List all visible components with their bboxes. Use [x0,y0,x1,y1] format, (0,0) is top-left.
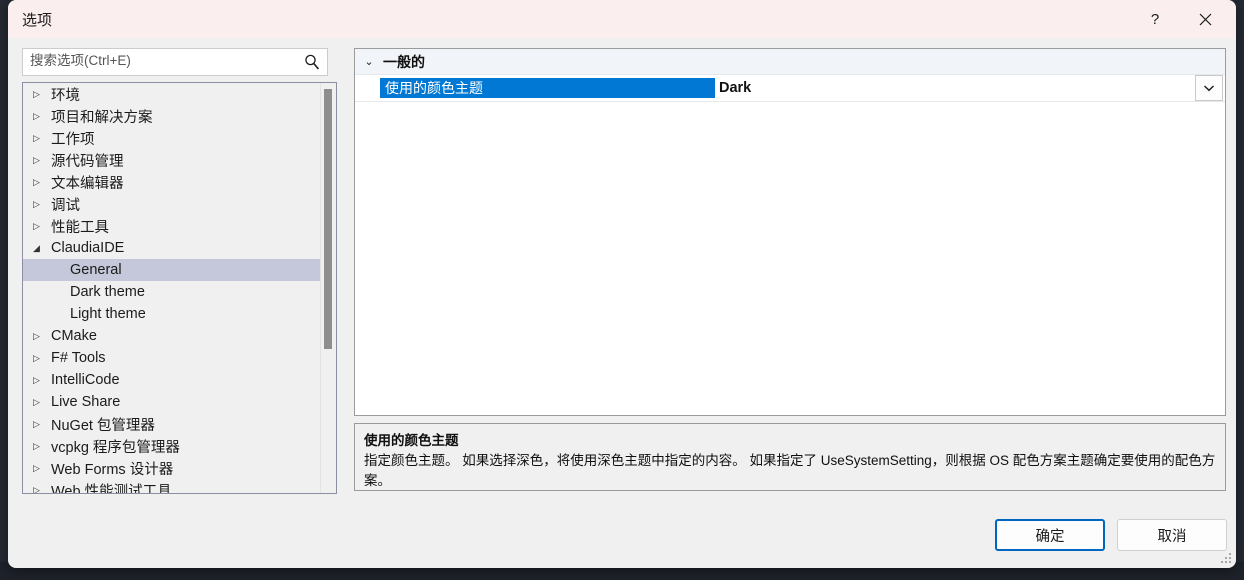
description-body: 指定颜色主题。 如果选择深色，将使用深色主题中指定的内容。 如果指定了 UseS… [364,453,1216,488]
description-title: 使用的颜色主题 [364,433,459,448]
tree-item-label: Light theme [70,306,146,322]
property-row-color-theme[interactable]: 使用的颜色主题 Dark [355,75,1225,102]
close-button[interactable] [1182,0,1228,38]
tree-item-6[interactable]: ▷ 性能工具 [23,215,313,237]
tree-item-0[interactable]: ▷ 环境 [23,83,313,105]
question-mark-icon: ? [1150,10,1160,28]
tree-item-11[interactable]: ▷ CMake [23,325,313,347]
twisty-collapsed-icon[interactable]: ▷ [33,199,51,210]
tree-item-label: Live Share [51,394,121,410]
tree-item-1[interactable]: ▷ 项目和解决方案 [23,105,313,127]
tree-item-label: 环境 [51,87,80,104]
twisty-collapsed-icon[interactable]: ▷ [33,353,51,364]
twisty-collapsed-icon[interactable]: ▷ [33,485,51,494]
twisty-collapsed-icon[interactable]: ▷ [33,111,51,122]
tree-item-label: Web Forms 设计器 [51,461,174,478]
tree-item-label: CMake [51,328,97,344]
tree-item-7[interactable]: ◢ ClaudiaIDE [23,237,313,259]
resize-grip[interactable] [1221,553,1233,565]
property-category-label: 一般的 [383,53,425,70]
help-button[interactable]: ? [1132,0,1178,38]
close-icon [1199,13,1211,25]
twisty-collapsed-icon[interactable]: ▷ [33,155,51,166]
tree-item-13[interactable]: ▷ IntelliCode [23,369,313,391]
twisty-collapsed-icon[interactable]: ▷ [33,375,51,386]
chevron-down-icon[interactable]: ⌄ [355,55,383,68]
tree-item-15[interactable]: ▷ NuGet 包管理器 [23,413,313,435]
cancel-button[interactable]: 取消 [1117,519,1227,551]
twisty-collapsed-icon[interactable]: ▷ [33,397,51,408]
twisty-collapsed-icon[interactable]: ▷ [33,177,51,188]
tree-item-label: ClaudiaIDE [51,240,125,256]
search-icon [305,54,320,70]
tree-item-label: Web 性能测试工具 [51,483,172,494]
property-grid[interactable]: ⌄ 一般的 使用的颜色主题 Dark [354,48,1226,416]
property-name[interactable]: 使用的颜色主题 [380,78,715,98]
options-category-tree[interactable]: ▷ 环境 ▷ 项目和解决方案 ▷ 工作项 ▷ 源代码管理 ▷ 文本编辑器 ▷ 调试 ▷ 性能工具 ◢ Clau… [22,82,337,494]
tree-item-17[interactable]: ▷ Web Forms 设计器 [23,457,313,479]
tree-item-label: 调试 [51,197,80,214]
ok-button[interactable]: 确定 [995,519,1105,551]
twisty-collapsed-icon[interactable]: ▷ [33,133,51,144]
twisty-collapsed-icon[interactable]: ▷ [33,441,51,452]
tree-item-9[interactable]: Dark theme [23,281,313,303]
twisty-collapsed-icon[interactable]: ▷ [33,221,51,232]
tree-scrollbar[interactable] [320,83,336,493]
tree-list: ▷ 环境 ▷ 项目和解决方案 ▷ 工作项 ▷ 源代码管理 ▷ 文本编辑器 ▷ 调试 ▷ 性能工具 ◢ Clau… [23,83,336,494]
tree-item-4[interactable]: ▷ 文本编辑器 [23,171,313,193]
chevron-down-icon [1203,85,1215,92]
tree-item-18[interactable]: ▷ Web 性能测试工具 [23,479,313,494]
options-dialog: 选项 ? ▷环境▷项目和解决方案▷工作项▷源代码管理▷文本编辑器▷调试▷性能工具… [8,0,1236,568]
tree-item-5[interactable]: ▷ 调试 [23,193,313,215]
tree-item-label: 项目和解决方案 [51,109,153,126]
search-input[interactable] [30,53,295,68]
property-category-header[interactable]: ⌄ 一般的 [355,49,1225,75]
search-box[interactable] [22,48,328,76]
property-value-dropdown-button[interactable] [1195,75,1223,101]
tree-item-label: 文本编辑器 [51,175,124,192]
dialog-title: 选项 [22,12,53,29]
tree-item-label: F# Tools [51,350,106,366]
tree-item-8[interactable]: General [23,259,336,281]
tree-item-label: 工作项 [51,131,95,148]
tree-item-14[interactable]: ▷ Live Share [23,391,313,413]
tree-item-2[interactable]: ▷ 工作项 [23,127,313,149]
tree-item-label: General [70,262,122,278]
tree-item-12[interactable]: ▷ F# Tools [23,347,313,369]
tree-item-16[interactable]: ▷ vcpkg 程序包管理器 [23,435,313,457]
twisty-expanded-icon[interactable]: ◢ [33,243,51,254]
tree-item-3[interactable]: ▷ 源代码管理 [23,149,313,171]
twisty-collapsed-icon[interactable]: ▷ [33,331,51,342]
tree-item-label: IntelliCode [51,372,120,388]
twisty-collapsed-icon[interactable]: ▷ [33,89,51,100]
dialog-titlebar: 选项 ? [8,0,1236,38]
tree-scrollbar-thumb[interactable] [324,89,332,349]
tree-item-label: 性能工具 [51,219,109,236]
twisty-collapsed-icon[interactable]: ▷ [33,463,51,474]
tree-item-10[interactable]: Light theme [23,303,313,325]
twisty-collapsed-icon[interactable]: ▷ [33,419,51,430]
description-pane: 使用的颜色主题 指定颜色主题。 如果选择深色，将使用深色主题中指定的内容。 如果… [354,423,1226,491]
tree-item-label: vcpkg 程序包管理器 [51,439,180,456]
property-value[interactable]: Dark [715,80,1195,96]
tree-item-label: 源代码管理 [51,153,124,170]
tree-item-label: Dark theme [70,284,145,300]
tree-item-label: NuGet 包管理器 [51,417,155,434]
